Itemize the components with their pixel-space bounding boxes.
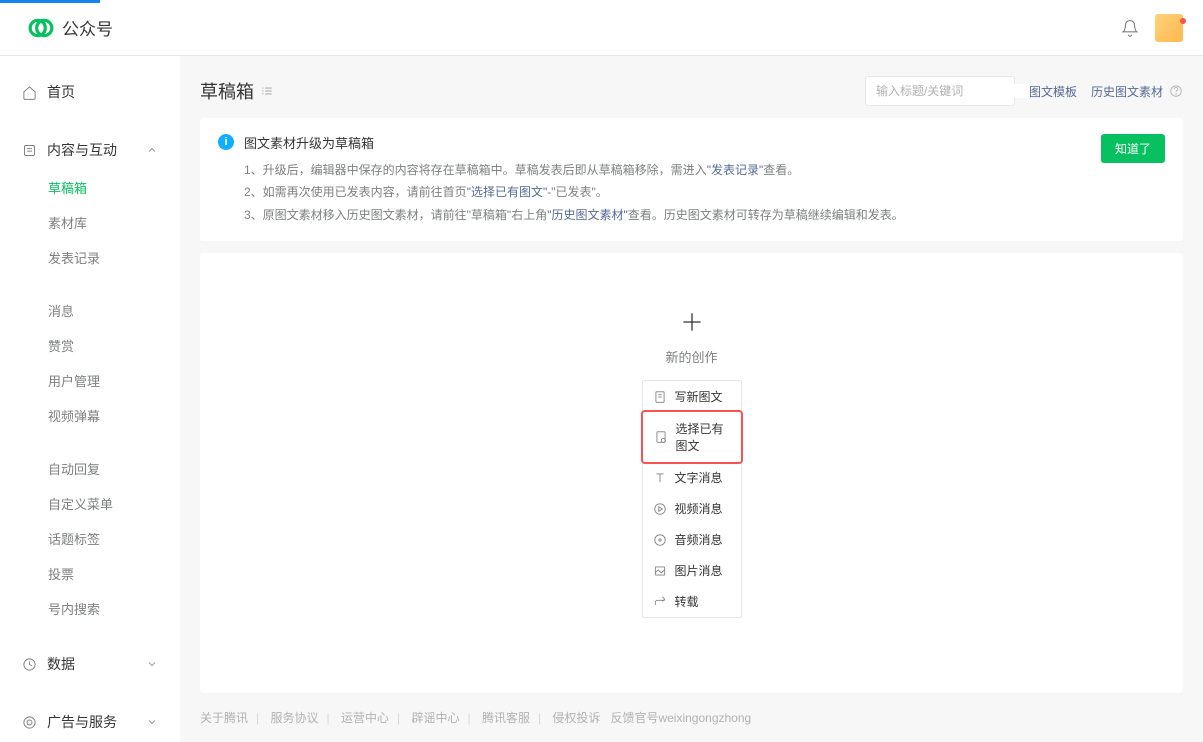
select-article-icon (654, 430, 668, 444)
services-icon (22, 715, 37, 730)
sidebar-ads-services[interactable]: 广告与服务 (0, 702, 180, 742)
footer-link[interactable]: 服务协议 (270, 711, 318, 725)
content-icon (22, 143, 37, 158)
create-item-text[interactable]: 文字消息 (643, 462, 741, 493)
brand-text: 公众号 (62, 15, 113, 40)
sidebar-home[interactable]: 首页 (0, 72, 180, 112)
sidebar-ads-label: 广告与服务 (47, 712, 117, 732)
sidebar-data-label: 数据 (47, 654, 75, 674)
create-menu: 写新图文 选择已有图文 文字消息 视频消息 (642, 380, 742, 618)
chevron-up-icon (146, 144, 158, 156)
notice-line-3: 3、原图文素材移入历史图文素材，请前往"草稿箱"右上角"历史图文素材"查看。历史… (244, 204, 1091, 227)
sidebar: 首页 内容与互动 草稿箱 素材库 发表记录 消息 赞赏 用户管理 视频弹幕 自动… (0, 56, 180, 742)
sidebar-item-rewards[interactable]: 赞赏 (0, 328, 180, 363)
sidebar-item-materials[interactable]: 素材库 (0, 205, 180, 240)
sidebar-item-topic-tags[interactable]: 话题标签 (0, 521, 180, 556)
repost-icon (653, 595, 667, 609)
sidebar-data[interactable]: 数据 (0, 644, 180, 684)
sidebar-item-drafts[interactable]: 草稿箱 (0, 170, 180, 205)
footer: 关于腾讯| 服务协议| 运营中心| 辟谣中心| 腾讯客服| 侵权投诉 反馈官号w… (200, 693, 1183, 742)
upgrade-notice: i 图文素材升级为草稿箱 1、升级后，编辑器中保存的内容将存在草稿箱中。草稿发表… (200, 118, 1183, 241)
list-view-icon[interactable] (260, 84, 274, 98)
notice-title: 图文素材升级为草稿箱 (244, 132, 1091, 157)
notice-line-2: 2、如需再次使用已发表内容，请前往首页"选择已有图文"-"已发表"。 (244, 181, 1091, 204)
page-title: 草稿箱 (200, 78, 254, 104)
notice-link-select[interactable]: "选择已有图文" (467, 185, 548, 199)
sidebar-content-interact[interactable]: 内容与互动 (0, 130, 180, 170)
data-icon (22, 657, 37, 672)
sidebar-item-video-danmu[interactable]: 视频弹幕 (0, 398, 180, 433)
create-area: 新的创作 写新图文 选择已有图文 文字消息 (200, 253, 1183, 693)
info-icon: i (218, 134, 234, 150)
notice-link-publish[interactable]: "发表记录" (707, 163, 764, 177)
notice-link-history[interactable]: "历史图文素材" (547, 208, 628, 222)
create-item-video[interactable]: 视频消息 (643, 493, 741, 524)
create-item-audio[interactable]: 音频消息 (643, 524, 741, 555)
sidebar-item-internal-search[interactable]: 号内搜索 (0, 591, 180, 626)
chevron-down-icon (146, 658, 158, 670)
notice-dismiss-button[interactable]: 知道了 (1101, 134, 1165, 163)
footer-link[interactable]: 辟谣中心 (411, 711, 459, 725)
create-item-select-existing[interactable]: 选择已有图文 (644, 413, 740, 461)
sidebar-item-messages[interactable]: 消息 (0, 293, 180, 328)
sidebar-home-label: 首页 (47, 82, 75, 102)
search-box[interactable] (865, 76, 1015, 106)
sidebar-item-vote[interactable]: 投票 (0, 556, 180, 591)
chevron-down-icon (146, 716, 158, 728)
video-icon (653, 502, 667, 516)
sidebar-content-label: 内容与互动 (47, 140, 117, 160)
footer-link[interactable]: 关于腾讯 (200, 711, 248, 725)
sidebar-item-publish-records[interactable]: 发表记录 (0, 240, 180, 275)
footer-link[interactable]: 腾讯客服 (482, 711, 530, 725)
user-avatar[interactable] (1155, 14, 1183, 42)
link-template[interactable]: 图文模板 (1029, 83, 1077, 100)
header: 公众号 (0, 0, 1203, 56)
highlighted-option: 选择已有图文 (641, 410, 743, 464)
create-title: 新的创作 (665, 347, 717, 366)
main-content: 草稿箱 图文模板 历史图文素材 i 图文素材升级为草稿箱 1、升级后，编辑器中保… (180, 56, 1203, 742)
link-history-materials[interactable]: 历史图文素材 (1091, 83, 1163, 100)
footer-link[interactable]: 运营中心 (341, 711, 389, 725)
home-icon (22, 85, 37, 100)
sidebar-item-user-management[interactable]: 用户管理 (0, 363, 180, 398)
sidebar-item-custom-menu[interactable]: 自定义菜单 (0, 486, 180, 521)
notice-line-1: 1、升级后，编辑器中保存的内容将存在草稿箱中。草稿发表后即从草稿箱移除，需进入"… (244, 159, 1091, 182)
create-item-repost[interactable]: 转载 (643, 586, 741, 617)
footer-tail: 反馈官号weixingongzhong (610, 711, 751, 725)
wechat-mp-icon (28, 15, 54, 41)
footer-link[interactable]: 侵权投诉 (552, 711, 600, 725)
notification-bell-icon[interactable] (1121, 19, 1139, 37)
text-icon (653, 471, 667, 485)
plus-icon[interactable] (679, 309, 705, 335)
brand-logo[interactable]: 公众号 (28, 15, 113, 41)
help-icon[interactable] (1169, 84, 1183, 98)
create-item-new-article[interactable]: 写新图文 (643, 381, 741, 412)
sidebar-item-auto-reply[interactable]: 自动回复 (0, 451, 180, 486)
image-icon (653, 564, 667, 578)
search-input[interactable] (876, 84, 1031, 98)
audio-icon (653, 533, 667, 547)
document-icon (653, 390, 667, 404)
